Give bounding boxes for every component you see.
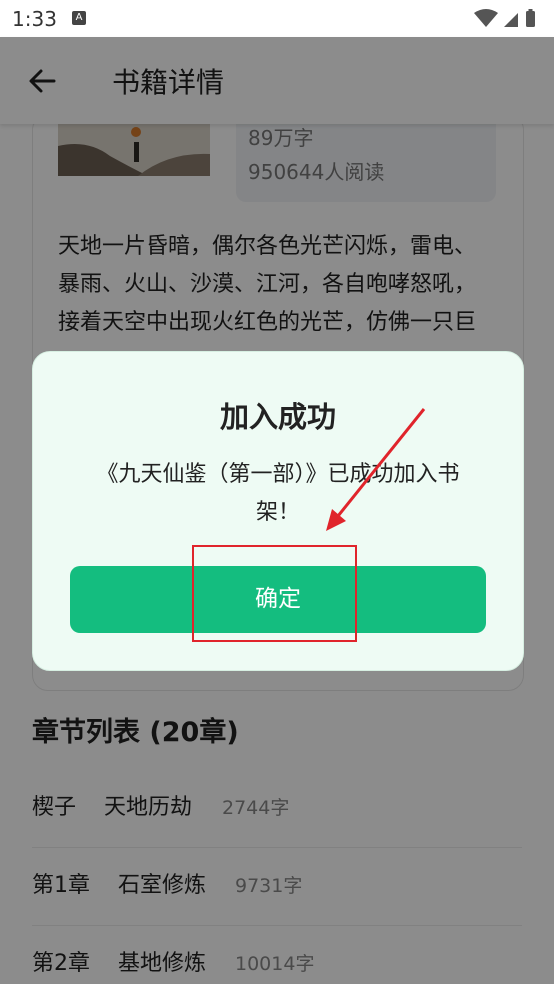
annotation-arrow xyxy=(320,405,430,539)
wifi-signal-battery-icon xyxy=(474,9,535,27)
red-arrow-icon xyxy=(326,408,426,531)
status-time: 1:33 xyxy=(12,7,57,31)
annotation-highlight-box xyxy=(192,545,357,642)
status-icons xyxy=(472,8,542,34)
status-bar: 1:33 A xyxy=(0,0,554,37)
dialog-title: 加入成功 xyxy=(219,400,336,434)
notification-icon: A xyxy=(72,11,86,25)
